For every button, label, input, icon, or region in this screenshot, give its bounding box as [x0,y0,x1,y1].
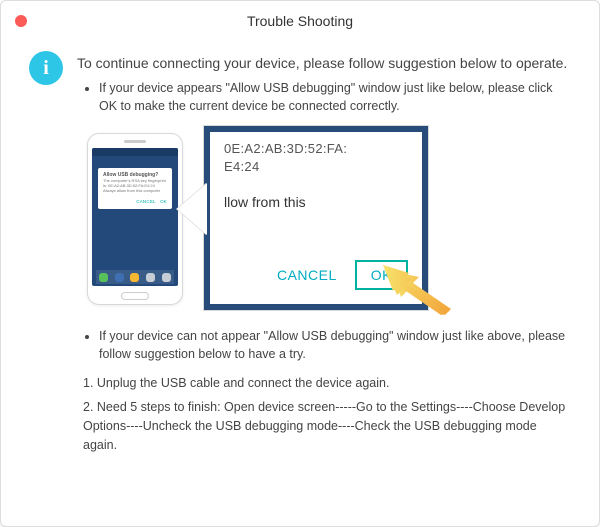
zoom-dialog: 0E:A2:AB:3D:52:FA: E4:24 llow from this … [203,125,429,311]
troubleshooting-window: Trouble Shooting i To continue connectin… [0,0,600,527]
rsa-line-1: 0E:A2:AB:3D:52:FA: [224,141,347,156]
usb-debugging-illustration: Allow USB debugging? The computer's RSA … [87,125,437,315]
allow-from-text: llow from this [224,194,306,210]
dialog-actions: CANCEL OK [277,260,408,290]
rsa-line-2: E4:24 [224,159,259,174]
mini-dialog-always: Always allow from this computer [103,188,167,193]
step-2: 2. Need 5 steps to finish: Open device s… [83,398,571,454]
info-glyph: i [43,58,49,78]
bullet-2: If your device can not appear "Allow USB… [99,327,571,363]
mini-cancel: CANCEL [136,199,155,204]
window-title: Trouble Shooting [247,13,353,29]
steps: 1. Unplug the USB cable and connect the … [83,374,571,455]
callout-pointer [177,183,207,235]
phone-home-button [121,292,149,300]
content-area: i To continue connecting your device, pl… [1,41,599,481]
mini-ok: OK [160,199,167,204]
phone-mockup: Allow USB debugging? The computer's RSA … [87,133,183,305]
phone-screen: Allow USB debugging? The computer's RSA … [92,148,178,286]
rsa-fingerprint: 0E:A2:AB:3D:52:FA: E4:24 [224,140,347,175]
info-icon: i [29,51,63,85]
ok-button[interactable]: OK [355,260,408,290]
mini-dialog-body: The computer's RSA key fingerprint is: 0… [103,178,167,188]
body: To continue connecting your device, plea… [77,49,571,461]
phone-dock [96,270,174,284]
cancel-button[interactable]: CANCEL [277,267,337,283]
bullet-1: If your device appears "Allow USB debugg… [99,79,571,115]
instruction-list-2: If your device can not appear "Allow USB… [83,327,571,363]
instruction-list: If your device appears "Allow USB debugg… [83,79,571,115]
mini-dialog: Allow USB debugging? The computer's RSA … [98,168,172,209]
close-button[interactable] [15,15,27,27]
instruction-heading: To continue connecting your device, plea… [77,55,571,71]
titlebar: Trouble Shooting [1,1,599,41]
step-1: 1. Unplug the USB cable and connect the … [83,374,571,393]
